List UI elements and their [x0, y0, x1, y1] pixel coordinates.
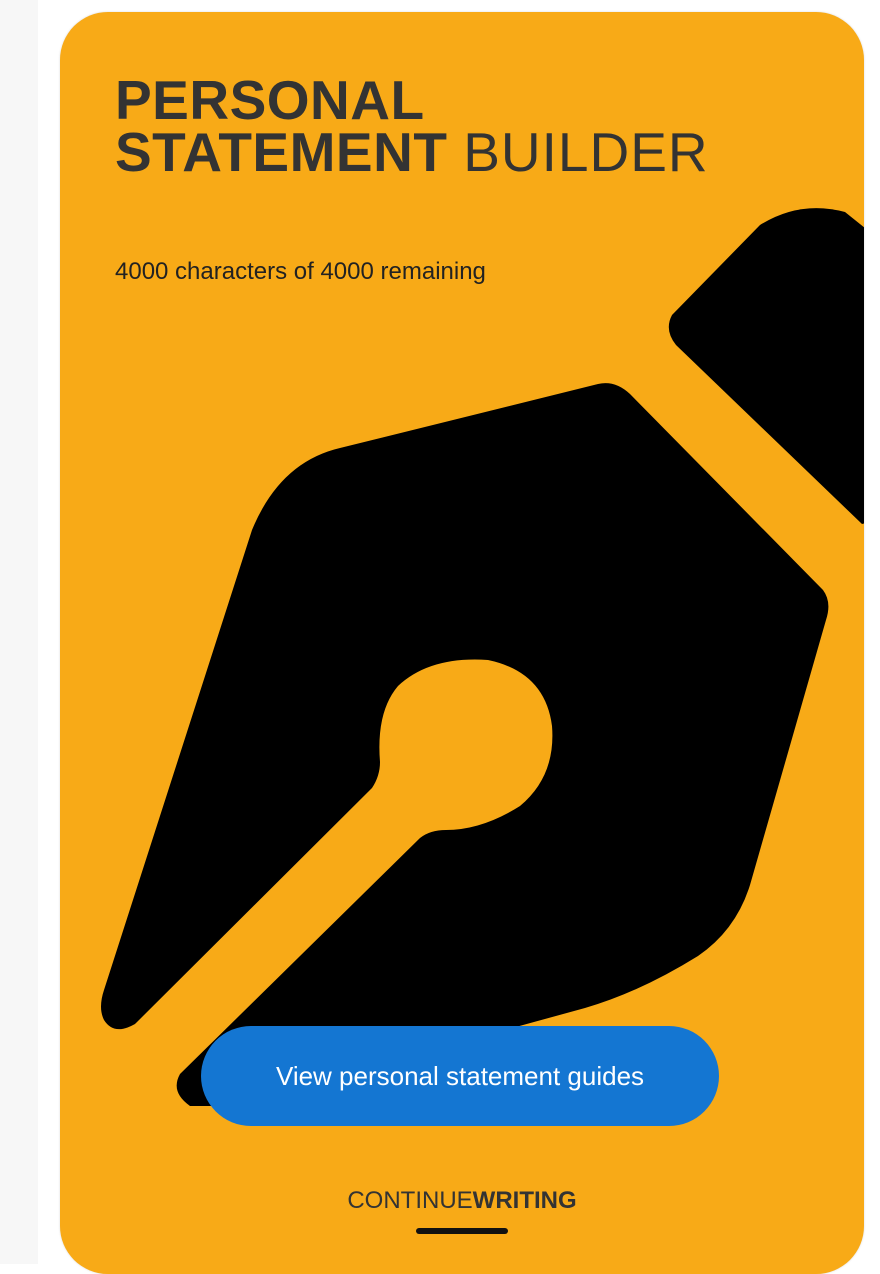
page-title: PERSONAL STATEMENT BUILDER: [115, 73, 709, 180]
title-builder: BUILDER: [463, 121, 709, 183]
personal-statement-card: PERSONAL STATEMENT BUILDER 4000 characte…: [60, 12, 864, 1274]
page-edge: [0, 0, 38, 1264]
writing-label: WRITING: [472, 1187, 577, 1214]
view-guides-button[interactable]: View personal statement guides: [201, 1026, 719, 1126]
title-statement: STATEMENT: [115, 121, 448, 183]
continue-underline: [416, 1228, 508, 1234]
character-counter: 4000 characters of 4000 remaining: [115, 258, 486, 285]
continue-writing-link[interactable]: CONTINUEWRITING: [60, 1187, 864, 1215]
continue-label: CONTINUE: [347, 1187, 473, 1214]
